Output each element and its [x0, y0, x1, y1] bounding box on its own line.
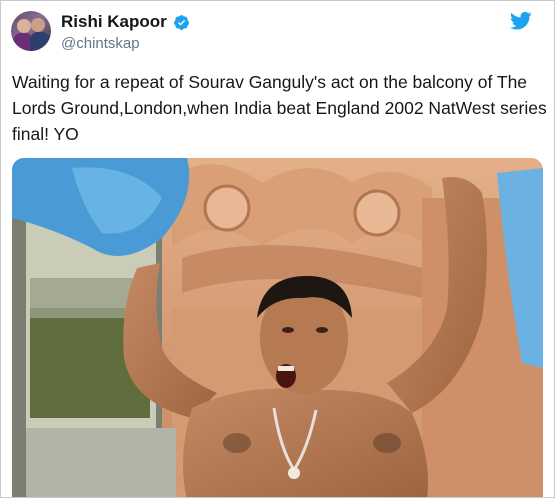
author-name[interactable]: Rishi Kapoor	[61, 12, 167, 32]
tweet-card[interactable]: Rishi Kapoor @chintskap Waiting for a re…	[0, 0, 555, 498]
tweet-text: Waiting for a repeat of Sourav Ganguly's…	[12, 72, 547, 144]
avatar-face-left	[17, 19, 31, 33]
author-handle[interactable]: @chintskap	[61, 35, 140, 52]
author-avatar[interactable]	[11, 11, 51, 51]
avatar-figure-right	[30, 32, 50, 51]
avatar-face-right	[31, 18, 45, 32]
verified-badge-icon	[173, 14, 189, 30]
twitter-bird-icon[interactable]	[510, 11, 532, 31]
tweet-photo[interactable]	[12, 158, 543, 497]
author-name-row[interactable]: Rishi Kapoor	[61, 12, 190, 32]
photo-illustration	[12, 158, 543, 497]
